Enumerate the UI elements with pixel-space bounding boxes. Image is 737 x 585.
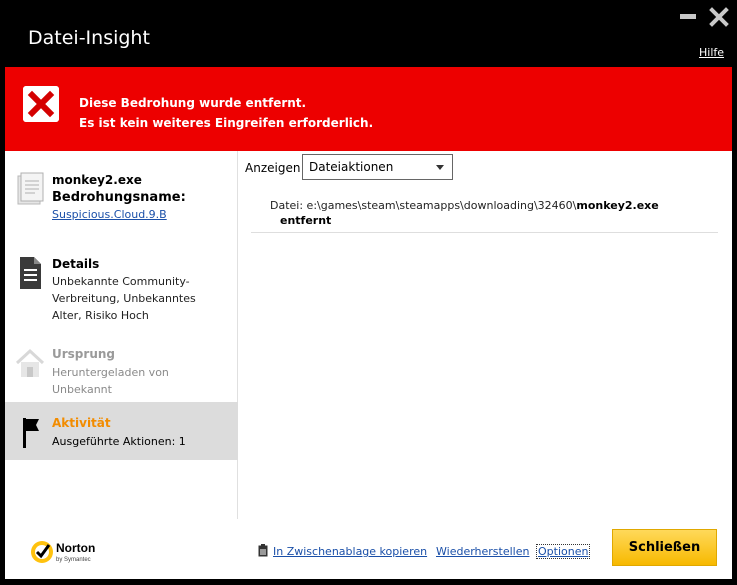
norton-logo: Norton by Symantec	[31, 541, 95, 563]
close-button[interactable]: Schließen	[612, 529, 717, 566]
sidebar-item-details[interactable]: Details Unbekannte Community- Verbreitun…	[5, 247, 238, 327]
banner-message: Diese Bedrohung wurde entfernt. Es ist k…	[79, 93, 373, 133]
copy-to-clipboard-link[interactable]: In Zwischenablage kopieren	[273, 545, 427, 558]
minimize-button[interactable]	[680, 14, 696, 19]
file-action-status: entfernt	[280, 214, 332, 227]
threat-name-label: Bedrohungsname:	[52, 190, 186, 205]
file-path: Datei: e:\games\steam\steamapps\download…	[270, 199, 659, 212]
footer: Norton by Symantec In Zwischenablage kop…	[5, 519, 732, 579]
close-window-icon[interactable]	[709, 7, 729, 27]
error-x-icon	[23, 86, 59, 122]
house-icon	[15, 348, 45, 377]
file-path-prefix: Datei: e:\games\steam\steamapps\download…	[270, 199, 577, 212]
help-link[interactable]: Hilfe	[699, 46, 724, 59]
clipboard-icon	[258, 544, 268, 557]
sidebar-item-file[interactable]: monkey2.exe Bedrohungsname: Suspicious.C…	[5, 163, 238, 243]
file-insight-window: Datei-Insight Hilfe Diese Bedrohung wurd…	[0, 0, 737, 585]
sidebar-item-origin[interactable]: Ursprung Heruntergeladen von Unbekannt	[5, 337, 238, 403]
divider	[251, 232, 718, 233]
view-select[interactable]: Dateiaktionen	[302, 154, 453, 180]
details-line-1: Unbekannte Community-	[52, 275, 190, 288]
origin-line-2: Unbekannt	[52, 383, 112, 396]
file-path-name: monkey2.exe	[576, 199, 659, 212]
norton-brand-sub: by Symantec	[56, 557, 91, 563]
document-lines-icon	[20, 257, 41, 289]
threat-name-link[interactable]: Suspicious.Cloud.9.B	[52, 208, 167, 221]
file-name: monkey2.exe	[52, 173, 142, 187]
norton-brand: Norton	[56, 541, 95, 555]
close-button-label: Schließen	[628, 540, 701, 555]
details-title: Details	[52, 257, 100, 271]
origin-title: Ursprung	[52, 347, 115, 361]
banner-line-2: Es ist kein weiteres Eingreifen erforder…	[79, 116, 374, 130]
options-link[interactable]: Optionen	[535, 544, 591, 559]
flag-icon	[23, 418, 39, 448]
sidebar: monkey2.exe Bedrohungsname: Suspicious.C…	[5, 151, 238, 519]
banner-line-1: Diese Bedrohung wurde entfernt.	[79, 96, 307, 110]
show-label: Anzeigen	[245, 161, 301, 175]
chevron-down-icon	[436, 165, 444, 170]
origin-line-1: Heruntergeladen von	[52, 366, 169, 379]
document-icon	[17, 172, 44, 205]
sidebar-item-activity[interactable]: Aktivität Ausgeführte Aktionen: 1	[5, 402, 238, 460]
restore-link[interactable]: Wiederherstellen	[436, 545, 529, 558]
main-area: Anzeigen Dateiaktionen Datei: e:\games\s…	[239, 151, 732, 519]
details-line-2: Verbreitung, Unbekanntes	[52, 292, 196, 305]
window-title: Datei-Insight	[28, 27, 150, 49]
details-line-3: Alter, Risiko Hoch	[52, 309, 149, 322]
activity-title: Aktivität	[52, 416, 111, 430]
view-select-value: Dateiaktionen	[309, 160, 394, 174]
title-bar: Datei-Insight Hilfe	[0, 0, 737, 67]
threat-removed-banner: Diese Bedrohung wurde entfernt. Es ist k…	[5, 67, 732, 151]
activity-line-1: Ausgeführte Aktionen: 1	[52, 435, 186, 448]
content-panel: monkey2.exe Bedrohungsname: Suspicious.C…	[5, 151, 732, 579]
